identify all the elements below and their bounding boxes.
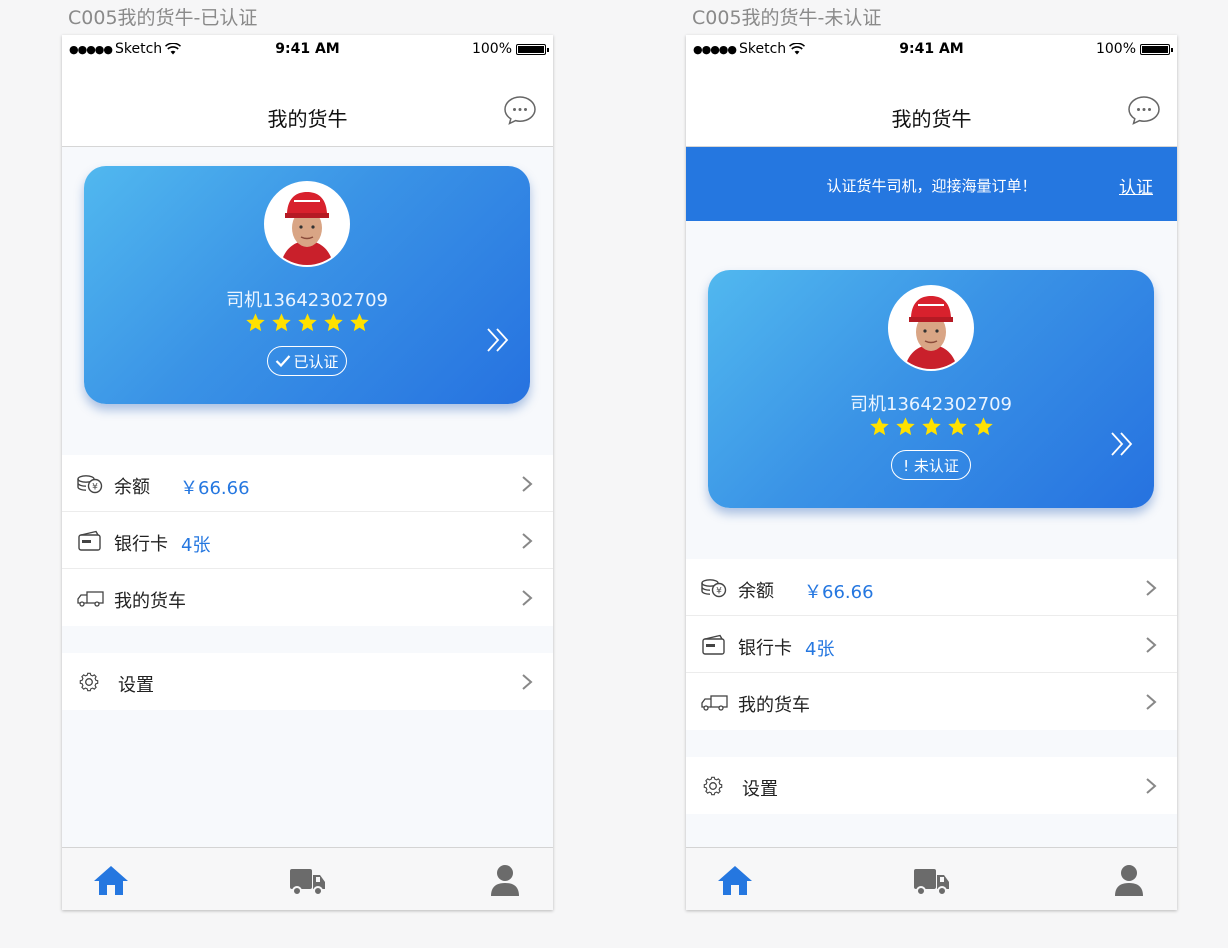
chevron-right-icon (522, 674, 533, 690)
verified-badge-label: 已认证 (293, 352, 339, 371)
star-icon (895, 417, 915, 436)
battery-percent: 100% (471, 41, 512, 57)
driver-card[interactable]: 司机13642302709 已认证 (84, 166, 530, 404)
tab-bar (686, 847, 1177, 910)
my-truck-row[interactable]: 我的货车 (62, 569, 553, 626)
nav-bar: 我的货牛 (686, 63, 1177, 147)
settings-row[interactable]: 设置 (686, 757, 1177, 814)
wallet-menu: ¥ 余额 ￥66.66 银行卡 4张 我的货车 (686, 559, 1177, 730)
chat-bubble-icon[interactable] (1127, 95, 1161, 125)
person-icon[interactable] (1110, 862, 1148, 898)
rating-stars (708, 416, 1154, 437)
phone-screen-verified: ●●●●● Sketch 9:41 AM 100% 我的货牛 司机1364230… (62, 35, 553, 910)
page-title: 我的货牛 (891, 107, 972, 131)
driver-card[interactable]: 司机13642302709 ! 未认证 (708, 270, 1154, 508)
truck-icon[interactable] (288, 862, 326, 898)
bank-card-icon (78, 530, 101, 551)
person-icon[interactable] (486, 862, 524, 898)
balance-value: ￥66.66 (180, 478, 250, 499)
phone-screen-unverified: ●●●●● Sketch 9:41 AM 100% 我的货牛 认证货牛司机，迎接… (686, 35, 1177, 910)
battery-icon (516, 43, 549, 55)
star-icon (297, 313, 317, 332)
chevron-right-icon (522, 533, 533, 549)
verification-banner: 认证货牛司机，迎接海量订单！ 认证 (686, 147, 1177, 221)
bank-card-icon (702, 634, 725, 655)
rating-stars (84, 312, 530, 333)
settings-menu: 设置 (686, 757, 1177, 814)
artboard-label-verified: C005我的货牛-已认证 (68, 7, 258, 29)
bank-card-count: 4张 (181, 535, 211, 556)
svg-text:¥: ¥ (716, 587, 722, 597)
chevron-right-icon (1146, 778, 1157, 794)
gear-icon (79, 672, 99, 692)
star-icon (349, 313, 369, 332)
star-icon (973, 417, 993, 436)
balance-row[interactable]: ¥ 余额 ￥66.66 (686, 559, 1177, 616)
battery-percent: 100% (1095, 41, 1136, 57)
bank-card-row[interactable]: 银行卡 4张 (62, 512, 553, 569)
driver-name: 司机13642302709 (850, 394, 1012, 415)
balance-label: 余额 (114, 477, 150, 498)
my-truck-row[interactable]: 我的货车 (686, 673, 1177, 730)
star-icon (869, 417, 889, 436)
settings-label: 设置 (742, 779, 778, 800)
unverified-badge-label: ! 未认证 (903, 456, 959, 475)
verified-badge: 已认证 (267, 346, 347, 376)
battery: 100% (471, 41, 549, 57)
chevron-right-icon (522, 476, 533, 492)
chevron-right-icon (1146, 637, 1157, 653)
nav-bar: 我的货牛 (62, 63, 553, 147)
verify-link[interactable]: 认证 (1119, 173, 1153, 198)
chevron-right-icon (1146, 694, 1157, 710)
bank-card-row[interactable]: 银行卡 4张 (686, 616, 1177, 673)
artboard-label-unverified: C005我的货牛-未认证 (692, 7, 882, 29)
bank-card-count: 4张 (805, 639, 835, 660)
coins-icon: ¥ (77, 475, 103, 494)
status-bar: ●●●●● Sketch 9:41 AM 100% (62, 35, 553, 63)
avatar (888, 285, 974, 371)
double-chevron-right-icon[interactable] (1110, 431, 1134, 457)
balance-label: 余额 (738, 581, 774, 602)
battery: 100% (1095, 41, 1173, 57)
my-truck-label: 我的货车 (738, 695, 810, 716)
star-icon (271, 313, 291, 332)
settings-label: 设置 (118, 675, 154, 696)
bank-card-label: 银行卡 (738, 638, 792, 659)
home-icon[interactable] (92, 862, 130, 898)
banner-text: 认证货牛司机，迎接海量订单！ (826, 177, 1037, 195)
truck-outline-icon (77, 591, 104, 607)
star-icon (323, 313, 343, 332)
chevron-right-icon (1146, 580, 1157, 596)
coins-icon: ¥ (701, 579, 727, 598)
truck-icon[interactable] (912, 862, 950, 898)
truck-outline-icon (701, 695, 728, 711)
avatar (264, 181, 350, 267)
unverified-badge: ! 未认证 (891, 450, 971, 480)
check-icon (276, 355, 291, 368)
status-bar: ●●●●● Sketch 9:41 AM 100% (686, 35, 1177, 63)
double-chevron-right-icon[interactable] (486, 327, 510, 353)
chevron-right-icon (522, 590, 533, 606)
chat-bubble-icon[interactable] (503, 95, 537, 125)
balance-row[interactable]: ¥ 余额 ￥66.66 (62, 455, 553, 512)
settings-row[interactable]: 设置 (62, 653, 553, 710)
page-title: 我的货牛 (267, 107, 348, 131)
bank-card-label: 银行卡 (114, 534, 168, 555)
battery-icon (1140, 43, 1173, 55)
star-icon (245, 313, 265, 332)
wallet-menu: ¥ 余额 ￥66.66 银行卡 4张 我的货车 (62, 455, 553, 626)
svg-text:¥: ¥ (92, 483, 98, 493)
settings-menu: 设置 (62, 653, 553, 710)
driver-name: 司机13642302709 (226, 290, 388, 311)
star-icon (947, 417, 967, 436)
my-truck-label: 我的货车 (114, 591, 186, 612)
gear-icon (703, 776, 723, 796)
star-icon (921, 417, 941, 436)
balance-value: ￥66.66 (804, 582, 874, 603)
home-icon[interactable] (716, 862, 754, 898)
tab-bar (62, 847, 553, 910)
